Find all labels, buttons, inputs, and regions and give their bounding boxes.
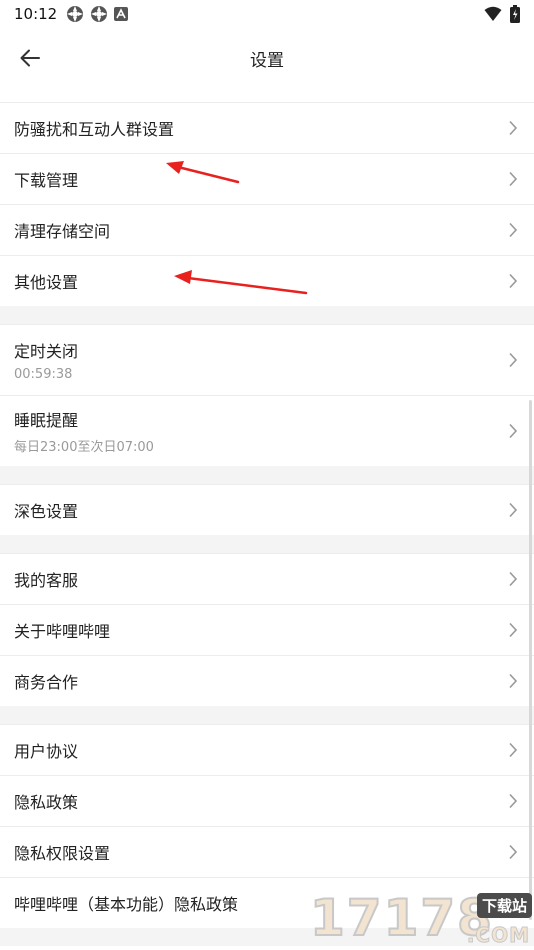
setting-label: 清理存储空间 <box>14 222 111 241</box>
chevron-right-icon <box>509 844 518 860</box>
setting-label: 隐私权限设置 <box>14 844 111 863</box>
chevron-right-icon <box>509 273 518 289</box>
wifi-icon <box>484 6 502 21</box>
section-divider <box>0 706 534 724</box>
setting-privacy-policy[interactable]: 隐私政策 <box>0 775 534 826</box>
chevron-right-icon <box>509 502 518 518</box>
status-system-icons <box>484 5 520 23</box>
setting-label: 商务合作 <box>14 673 79 692</box>
setting-privacy-permissions[interactable]: 隐私权限设置 <box>0 826 534 877</box>
watermark-domain: .COM <box>466 923 530 948</box>
chevron-right-icon <box>509 793 518 809</box>
chevron-right-icon <box>509 742 518 758</box>
chevron-right-icon <box>509 571 518 587</box>
setting-label: 下载管理 <box>14 171 79 190</box>
setting-label: 深色设置 <box>14 502 79 521</box>
chevron-right-icon <box>509 222 518 238</box>
setting-sleep-reminder[interactable]: 睡眠提醒 每日23:00至次日07:00 <box>0 395 534 466</box>
status-bar: 10:12 <box>0 0 534 28</box>
scrollbar[interactable] <box>529 400 532 920</box>
chevron-right-icon <box>509 423 518 439</box>
settings-section-timers: 定时关闭 00:59:38 睡眠提醒 每日23:00至次日07:00 <box>0 324 534 466</box>
setting-label: 防骚扰和互动人群设置 <box>14 120 175 139</box>
settings-section-general: 防骚扰和互动人群设置 下载管理 清理存储空间 其他设置 <box>0 102 534 306</box>
a-notification-icon <box>114 7 128 21</box>
setting-label: 睡眠提醒 <box>14 411 79 430</box>
setting-download-management[interactable]: 下载管理 <box>0 153 534 204</box>
settings-section-appearance: 深色设置 <box>0 484 534 535</box>
setting-business-cooperation[interactable]: 商务合作 <box>0 655 534 706</box>
setting-timer-close[interactable]: 定时关闭 00:59:38 <box>0 324 534 395</box>
setting-dark-mode[interactable]: 深色设置 <box>0 484 534 535</box>
setting-sublabel: 每日23:00至次日07:00 <box>14 440 154 455</box>
watermark-logo: 17178 下载站 .COM <box>309 887 534 950</box>
app-bar: 设置 <box>0 28 534 88</box>
setting-user-agreement[interactable]: 用户协议 <box>0 724 534 775</box>
battery-icon <box>510 5 520 23</box>
chevron-right-icon <box>509 622 518 638</box>
section-divider <box>0 306 534 324</box>
setting-label: 我的客服 <box>14 571 79 590</box>
chevron-right-icon <box>509 171 518 187</box>
setting-label: 用户协议 <box>14 742 79 761</box>
section-divider <box>0 466 534 484</box>
setting-about-bilibili[interactable]: 关于哔哩哔哩 <box>0 604 534 655</box>
setting-label: 定时关闭 <box>14 342 79 361</box>
setting-clear-storage[interactable]: 清理存储空间 <box>0 204 534 255</box>
app-notification-icon <box>67 6 83 22</box>
watermark-tag: 下载站 <box>476 893 532 918</box>
chevron-right-icon <box>509 673 518 689</box>
setting-label: 其他设置 <box>14 273 79 292</box>
app-notification-icon <box>91 6 107 22</box>
setting-other[interactable]: 其他设置 <box>0 255 534 306</box>
setting-label: 隐私政策 <box>14 793 79 812</box>
chevron-right-icon <box>509 352 518 368</box>
status-notifications <box>66 5 128 23</box>
page-title: 设置 <box>250 51 284 71</box>
status-time: 10:12 <box>14 5 58 23</box>
setting-customer-service[interactable]: 我的客服 <box>0 553 534 604</box>
setting-anti-harassment[interactable]: 防骚扰和互动人群设置 <box>0 102 534 153</box>
settings-list: 防骚扰和互动人群设置 下载管理 清理存储空间 其他设置 定时关闭 00:59:3… <box>0 102 534 946</box>
chevron-right-icon <box>509 120 518 136</box>
settings-section-about: 我的客服 关于哔哩哔哩 商务合作 <box>0 553 534 706</box>
section-divider <box>0 535 534 553</box>
setting-label: 关于哔哩哔哩 <box>14 622 111 641</box>
setting-sublabel: 00:59:38 <box>14 367 73 382</box>
